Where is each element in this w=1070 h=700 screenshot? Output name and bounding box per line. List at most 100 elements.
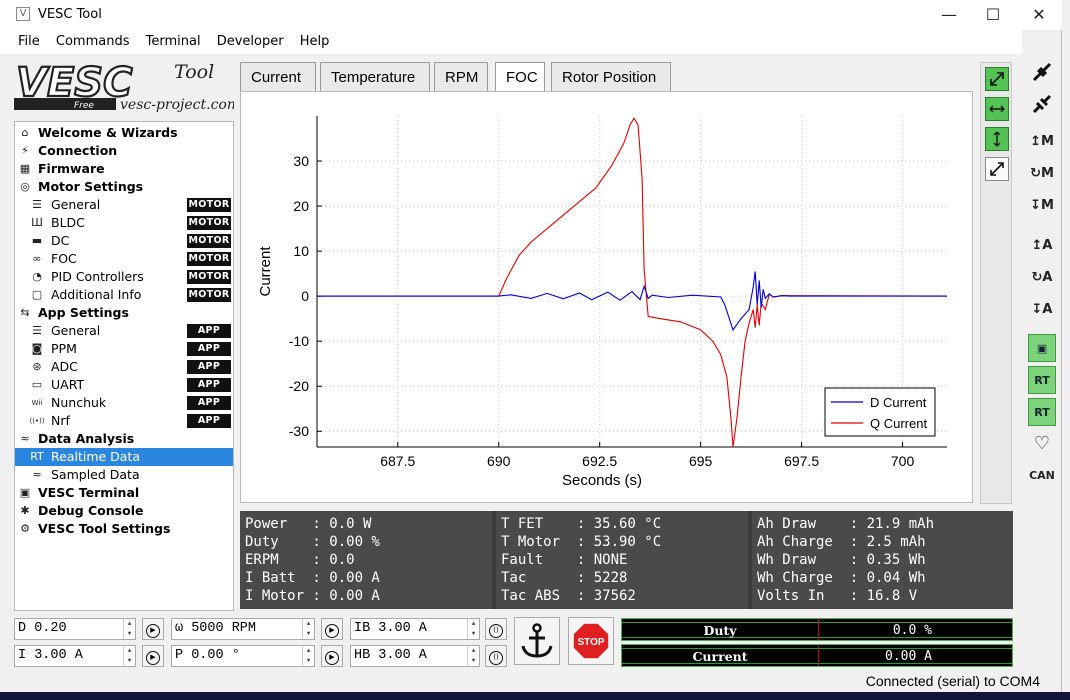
stat-erpm: ERPM : 0.0 <box>245 552 355 568</box>
connect-icon[interactable] <box>1028 58 1056 86</box>
disconnect-icon[interactable] <box>1028 90 1056 118</box>
set-rpm-button[interactable]: ▶ <box>321 618 343 640</box>
spin-arrows-icon[interactable]: ▲ ▼ <box>467 646 479 666</box>
brake-current-spinbox[interactable]: IB 3.00 A ▲ ▼ <box>350 618 480 640</box>
horizontal-arrows-icon <box>989 105 1005 113</box>
tab-rpm[interactable]: RPM <box>434 62 488 92</box>
realtime-app-icon[interactable]: RT <box>1028 398 1056 426</box>
tree-item-label: Data Analysis <box>38 431 135 446</box>
stats-column-temperature: T FET : 35.60 °C T Motor : 53.90 °C Faul… <box>496 511 748 609</box>
duty-spinbox[interactable]: D 0.20 ▲ ▼ <box>14 618 136 640</box>
tab-temperature[interactable]: Temperature <box>320 62 430 92</box>
menu-commands[interactable]: Commands <box>50 30 136 54</box>
tree-item-adc[interactable]: ⊛ ADC APP <box>15 358 233 376</box>
tree-item-firmware[interactable]: ▦ Firmware <box>15 160 233 178</box>
read-motor-config-icon[interactable]: ↥M <box>1028 128 1056 156</box>
anchor-button[interactable] <box>514 617 560 665</box>
can-forward-icon[interactable]: CAN <box>1028 462 1056 490</box>
write-app-config-icon[interactable]: ↧A <box>1028 296 1056 324</box>
menu-terminal[interactable]: Terminal <box>140 30 207 54</box>
tree-item-pid-controllers[interactable]: ◔ PID Controllers MOTOR <box>15 268 233 286</box>
foc-current-chart[interactable]: 687.5 690 692.5 695 697.5 700 30 20 10 0 -10 -20 -30… <box>241 92 974 504</box>
main-window: V VESC Tool — ☐ ✕ File Commands Terminal… <box>0 0 1062 700</box>
current-spinbox[interactable]: I 3.00 A ▲ ▼ <box>14 645 136 667</box>
home-icon: ⌂ <box>21 126 29 139</box>
handbrake-spinbox[interactable]: HB 3.00 A ▲ ▼ <box>350 645 480 667</box>
tree-item-vesc-tool-settings[interactable]: ⚙ VESC Tool Settings <box>15 520 233 538</box>
menu-help[interactable]: Help <box>294 30 336 54</box>
tree-item-sampled-data[interactable]: ≈ Sampled Data <box>15 466 233 484</box>
right-toolbar: ↥M ↻M ↧M ↥A ↻A ↧A ▣ RT RT ♡ CAN <box>1022 54 1062 694</box>
tree-item-welcome-wizards[interactable]: ⌂ Welcome & Wizards <box>15 124 233 142</box>
tree-item-app-settings[interactable]: ⇆ App Settings <box>15 304 233 322</box>
spin-arrows-icon[interactable]: ▲ ▼ <box>123 646 135 666</box>
plug-icon: ⚡ <box>21 144 29 157</box>
set-position-button[interactable]: ▶ <box>321 645 343 667</box>
set-brake-button[interactable]: () <box>485 618 507 640</box>
vesc-app-icon: V <box>16 7 30 21</box>
tree-item-realtime-data[interactable]: RT Realtime Data <box>15 448 233 466</box>
rescale-button[interactable] <box>985 157 1009 181</box>
tree-item-label: Motor Settings <box>38 179 144 194</box>
set-current-button[interactable]: ▶ <box>142 645 164 667</box>
realtime-data-icon[interactable]: RT <box>1028 366 1056 394</box>
tree-item-label: Realtime Data <box>51 449 141 464</box>
stop-button[interactable]: STOP <box>568 617 614 665</box>
maximize-button[interactable]: ☐ <box>970 0 1016 30</box>
stats-column-energy: Ah Draw : 21.9 mAh Ah Charge : 2.5 mAh W… <box>752 511 1013 609</box>
x-tick-label: 690 <box>487 453 511 469</box>
tree-item-debug-console[interactable]: ✱ Debug Console <box>15 502 233 520</box>
rpm-spinbox[interactable]: ω 5000 RPM ▲ ▼ <box>171 618 315 640</box>
tree-item-general[interactable]: ☰ General APP <box>15 322 233 340</box>
zoom-vertical-button[interactable] <box>985 127 1009 151</box>
tree-item-general[interactable]: ☰ General MOTOR <box>15 196 233 214</box>
spin-arrows-icon[interactable]: ▲ ▼ <box>302 646 314 666</box>
play-icon: ▶ <box>146 624 160 638</box>
close-button[interactable]: ✕ <box>1016 0 1062 30</box>
tree-item-motor-settings[interactable]: ◎ Motor Settings <box>15 178 233 196</box>
tree-item-foc[interactable]: ∞ FOC MOTOR <box>15 250 233 268</box>
tree-item-badge: MOTOR <box>187 270 231 284</box>
tree-item-data-analysis[interactable]: ≈ Data Analysis <box>15 430 233 448</box>
position-spinbox[interactable]: P 0.00 ° ▲ ▼ <box>171 645 315 667</box>
set-duty-button[interactable]: ▶ <box>142 618 164 640</box>
tree-item-ppm[interactable]: ◙ PPM APP <box>15 340 233 358</box>
set-handbrake-button[interactable]: () <box>485 645 507 667</box>
tree-item-label: VESC Terminal <box>38 485 140 500</box>
zoom-both-button[interactable] <box>985 67 1009 91</box>
write-motor-config-icon[interactable]: ↧M <box>1028 192 1056 220</box>
tree-item-label: Nunchuk <box>51 395 107 410</box>
taskbar <box>0 692 1070 700</box>
tree-item-nrf[interactable]: ((•)) Nrf APP <box>15 412 233 430</box>
tree-item-bldc[interactable]: Ш BLDC MOTOR <box>15 214 233 232</box>
tab-current[interactable]: Current <box>240 62 316 92</box>
heart-icon[interactable]: ♡ <box>1028 430 1056 458</box>
tree-item-label: UART <box>51 377 85 392</box>
spin-arrows-icon[interactable]: ▲ ▼ <box>123 619 135 639</box>
minimize-button[interactable]: — <box>926 0 972 30</box>
tree-item-badge: APP <box>187 360 231 374</box>
y-tick-label: 20 <box>293 198 309 214</box>
tree-item-badge: MOTOR <box>187 216 231 230</box>
tree-item-dc[interactable]: ▬ DC MOTOR <box>15 232 233 250</box>
spin-arrows-icon[interactable]: ▲ ▼ <box>302 619 314 639</box>
tab-rotor-position[interactable]: Rotor Position <box>551 62 671 92</box>
tree-item-vesc-terminal[interactable]: ▣ VESC Terminal <box>15 484 233 502</box>
tab-foc[interactable]: FOC <box>495 62 545 93</box>
current-gauge-value: 0.00 A <box>885 649 932 664</box>
zoom-horizontal-button[interactable] <box>985 97 1009 121</box>
tree-item-label: Firmware <box>38 161 105 176</box>
read-default-motor-config-icon[interactable]: ↻M <box>1028 160 1056 188</box>
duty-gauge-value: 0.0 % <box>892 623 932 638</box>
tree-item-additional-info[interactable]: ▢ Additional Info MOTOR <box>15 286 233 304</box>
menu-file[interactable]: File <box>12 30 46 54</box>
tree-item-label: DC <box>51 233 70 248</box>
read-default-app-config-icon[interactable]: ↻A <box>1028 264 1056 292</box>
tree-item-uart[interactable]: ▭ UART APP <box>15 376 233 394</box>
tree-item-connection[interactable]: ⚡ Connection <box>15 142 233 160</box>
can-network-icon[interactable]: ▣ <box>1028 334 1056 362</box>
tree-item-nunchuk[interactable]: Wii Nunchuk APP <box>15 394 233 412</box>
menu-developer[interactable]: Developer <box>211 30 290 54</box>
read-app-config-icon[interactable]: ↥A <box>1028 232 1056 260</box>
spin-arrows-icon[interactable]: ▲ ▼ <box>467 619 479 639</box>
